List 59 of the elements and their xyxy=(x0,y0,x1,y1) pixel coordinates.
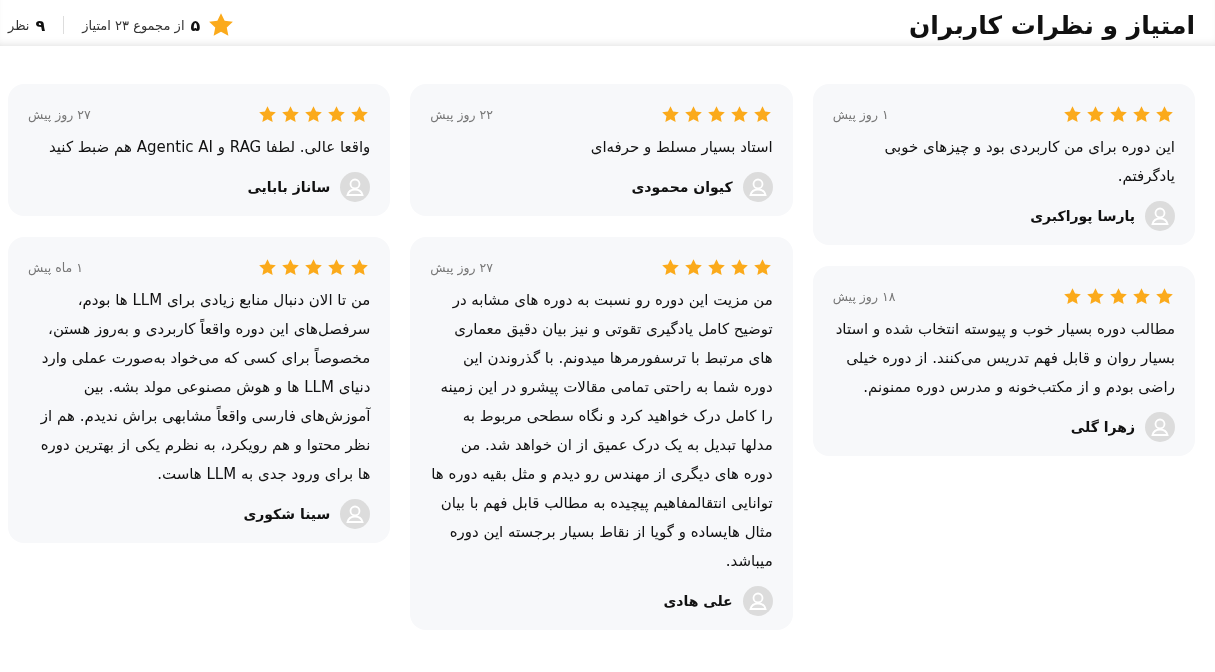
star-icon xyxy=(705,104,727,125)
avatar-icon xyxy=(742,172,773,202)
review-date: ۱ روز پیش xyxy=(832,107,889,122)
review-text: من مزیت این دوره رو نسبت به دوره های مشابه در توضیح کامل یادگیری تقوتی و نیز بیان دقیق معماری های مرتبط با ترسفورمرها میدونم. با گذروندن این دوره شما به راحتی تمامی مقالات پیشرو در این زمینه را کامل درک خواهید کرد و نگاه سطحی مربوط به مدلها تبدیل به یک درک عمیق از ان خواهد شد. من دوره های دیگری از مهندس رو دیدم و مثل بقیه دوره ها توانایی انتقالمفاهیم پیچیده به مطالب قابل فهم با بیان مثال هایساده و گویا از نقاط بسیار برجسته این دوره میباشد. xyxy=(430,290,773,572)
avatar-icon xyxy=(340,172,371,202)
star-icon xyxy=(1085,104,1106,125)
star-icon xyxy=(303,104,325,125)
star-icon xyxy=(1062,286,1083,307)
total-ratings: از مجموع ۲۳ امتیاز xyxy=(82,17,185,33)
review-text: این دوره برای من کاربردی بود و چیزهای خوبی یادگرفتم. xyxy=(883,137,1175,187)
author-name: زهرا گلی xyxy=(1070,419,1135,435)
review-date: ۲۷ روز پیش xyxy=(28,107,91,122)
review-date: ۲۷ روز پیش xyxy=(430,260,494,275)
review-text: واقعا عالی. لطفا RAG و Agentic AI هم ضبط کنید xyxy=(47,137,371,158)
star-icon xyxy=(728,257,750,278)
review-text: مطالب دوره بسیار خوب و پیوسته انتخاب شده و استاد بسیار روان و قابل فهم تدریس می‌کنند. از دوره خیلی راضی بودم و از مکتب‌خونه و مدرس دوره ممنونم. xyxy=(834,319,1175,398)
author-name: ساناز بابایی xyxy=(247,179,331,195)
avatar-icon xyxy=(340,499,371,529)
author-name: پارسا پوراکبری xyxy=(1030,208,1135,224)
review-date: ۱ ماه پیش xyxy=(28,260,83,275)
star-icon xyxy=(1062,104,1083,125)
star-icon xyxy=(1108,104,1129,125)
star-icon xyxy=(257,257,279,278)
star-icon xyxy=(659,104,681,125)
review-text: استاد بسیار مسلط و حرفه‌ای xyxy=(589,137,773,158)
review-text: من تا الان دنبال منابع زیادی برای LLM ها بودم، سرفصل‌های این دوره واقعاً کاربردی و به‌روز هستن، مخصوصاً برای کسی که می‌خواد به‌صورت عملی وارد دنیای LLM ها و هوش مصنوعی مولد بشه. بین آموزش‌های فارسی واقعاً مشابهی براش ندیدم. هم از نظر محتوا و هم رویکرد، به نظرم یکی از بهترین دوره ها برای ورود جدی به LLM هاست. xyxy=(39,290,371,485)
star-icon xyxy=(303,257,325,278)
star-icon xyxy=(1131,104,1152,125)
star-icon xyxy=(280,257,302,278)
star-icon xyxy=(682,257,704,278)
author-name: علی هادی xyxy=(663,593,733,609)
star-icon xyxy=(705,257,727,278)
star-icon xyxy=(1108,286,1129,307)
star-icon xyxy=(1131,286,1152,307)
avatar-icon xyxy=(742,586,773,616)
author-name: سینا شکوری xyxy=(243,506,331,522)
review-count: ۹ xyxy=(35,15,46,35)
star-icon xyxy=(326,104,348,125)
review-date: ۱۸ روز پیش xyxy=(832,289,896,304)
review-count-label: نظر xyxy=(8,17,30,33)
star-icon xyxy=(728,104,750,125)
star-icon xyxy=(257,104,279,125)
star-icon xyxy=(349,257,371,278)
star-icon xyxy=(1154,286,1175,307)
star-icon xyxy=(751,104,773,125)
star-icon xyxy=(349,104,371,125)
star-icon xyxy=(280,104,302,125)
star-icon xyxy=(682,104,704,125)
avatar-icon xyxy=(1145,201,1175,231)
avatar-icon xyxy=(1145,412,1175,442)
author-name: کیوان محمودی xyxy=(631,179,733,195)
star-icon xyxy=(1085,286,1106,307)
star-icon xyxy=(1154,104,1175,125)
average-rating: ۵ xyxy=(190,15,201,35)
review-date: ۲۲ روز پیش xyxy=(430,107,494,122)
star-icon xyxy=(326,257,348,278)
section-title: امتیاز و نظرات کاربران xyxy=(908,10,1195,40)
star-icon xyxy=(659,257,681,278)
star-icon xyxy=(751,257,773,278)
